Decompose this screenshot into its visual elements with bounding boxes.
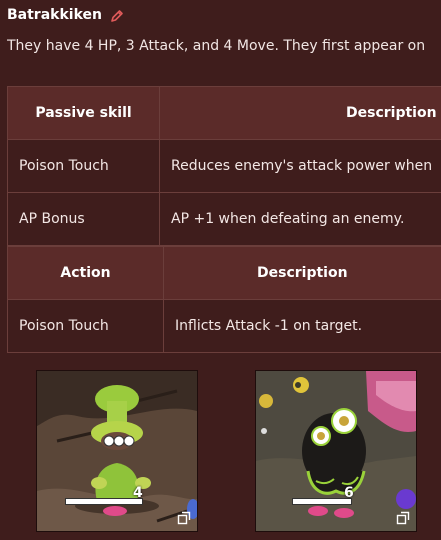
table-cell: Poison Touch: [7, 139, 160, 193]
column-header: Description: [163, 246, 441, 300]
table-cell: Poison Touch: [7, 299, 164, 353]
entity-name: Batrakkiken: [7, 7, 102, 23]
intro-paragraph: They have 4 HP, 3 Attack, and 4 Move. Th…: [7, 38, 426, 54]
table-header-row: Action Description: [7, 246, 441, 300]
hp-value: 6: [344, 485, 354, 501]
unit-screenshot[interactable]: 4: [36, 370, 198, 532]
passive-skill-table: Passive skill Description Poison Touch R…: [7, 86, 441, 246]
table-row: AP Bonus AP +1 when defeating an enemy.: [7, 192, 441, 246]
pencil-icon[interactable]: [110, 8, 124, 22]
hp-bar: [292, 498, 352, 505]
action-table: Action Description Poison Touch Inflicts…: [7, 246, 441, 353]
section-title-row: Batrakkiken: [7, 6, 124, 24]
hp-bar: [65, 498, 143, 505]
table-header-row: Passive skill Description: [7, 86, 441, 140]
table-cell: AP Bonus: [7, 192, 160, 246]
column-header: Passive skill: [7, 86, 160, 140]
table-cell: Reduces enemy's attack power when: [159, 139, 441, 193]
expand-icon[interactable]: [396, 511, 410, 525]
expand-icon[interactable]: [177, 511, 191, 525]
column-header: Action: [7, 246, 164, 300]
table-cell: AP +1 when defeating an enemy.: [159, 192, 441, 246]
column-header: Description: [159, 86, 441, 140]
table-row: Poison Touch Reduces enemy's attack powe…: [7, 139, 441, 193]
hp-value: 4: [133, 485, 143, 501]
table-cell: Inflicts Attack -1 on target.: [163, 299, 441, 353]
unit-screenshot[interactable]: 6: [255, 370, 417, 532]
table-row: Poison Touch Inflicts Attack -1 on targe…: [7, 299, 441, 353]
